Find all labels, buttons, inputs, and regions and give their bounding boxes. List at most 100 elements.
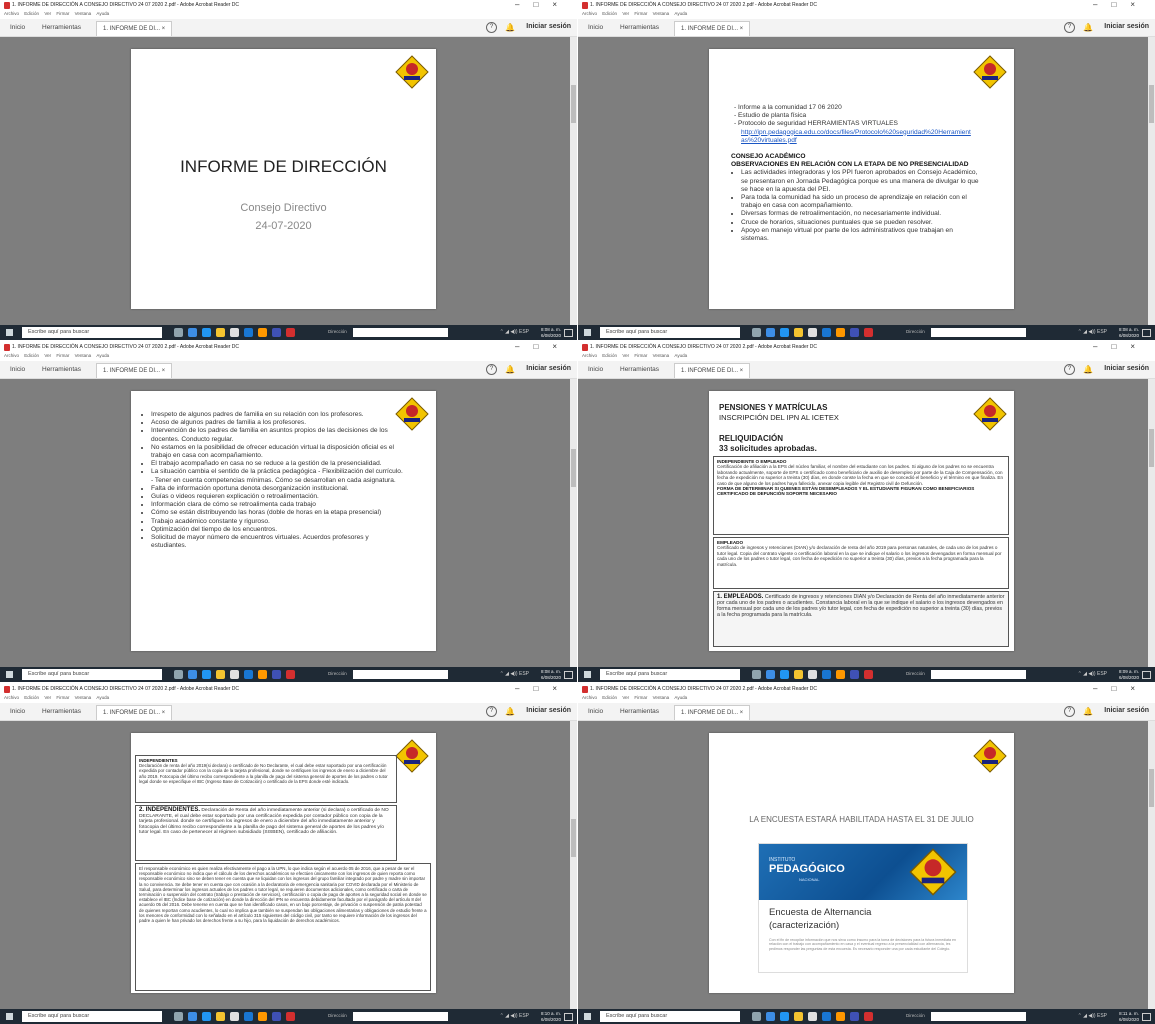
explorer-icon[interactable] xyxy=(794,328,803,337)
edge-icon[interactable] xyxy=(766,328,775,337)
chrome-icon[interactable] xyxy=(202,670,211,679)
document-area[interactable]: INDEPENDIENTES Declaración de renta del a… xyxy=(0,721,577,1009)
chrome-icon[interactable] xyxy=(780,1012,789,1021)
bell-icon[interactable]: 🔔 xyxy=(1083,365,1093,374)
menu-window[interactable]: Ventana xyxy=(75,11,92,16)
menu-help[interactable]: Ayuda xyxy=(96,695,109,700)
edge-icon[interactable] xyxy=(766,670,775,679)
windows-start-icon[interactable] xyxy=(584,329,591,336)
menu-help[interactable]: Ayuda xyxy=(674,353,687,358)
task-view-icon[interactable] xyxy=(174,670,183,679)
menu-file[interactable]: Archivo xyxy=(582,11,597,16)
menu-edit[interactable]: Edición xyxy=(602,11,617,16)
vertical-scrollbar[interactable] xyxy=(570,721,577,1009)
explorer-icon[interactable] xyxy=(794,670,803,679)
menu-sign[interactable]: Firmar xyxy=(56,695,69,700)
sign-in-button[interactable]: Iniciar sesión xyxy=(526,365,571,372)
bell-icon[interactable]: 🔔 xyxy=(505,707,515,716)
document-area[interactable]: PENSIONES Y MATRÍCULAS INSCRIPCIÓN DEL I… xyxy=(578,379,1155,667)
menu-help[interactable]: Ayuda xyxy=(96,353,109,358)
acrobat-taskbar-icon[interactable] xyxy=(286,328,295,337)
task-view-icon[interactable] xyxy=(174,328,183,337)
vertical-scrollbar[interactable] xyxy=(570,37,577,325)
menu-edit[interactable]: Edición xyxy=(24,353,39,358)
store-icon[interactable] xyxy=(230,328,239,337)
help-icon[interactable]: ? xyxy=(1064,706,1075,717)
tab-home[interactable]: Inicio xyxy=(10,366,25,373)
tab-document[interactable]: 1. INFORME DE DI... × xyxy=(674,21,750,36)
notifications-icon[interactable] xyxy=(564,1013,573,1021)
taskbar-clock[interactable]: 8:08 a. m. 6/08/2020 xyxy=(1119,327,1139,338)
bell-icon[interactable]: 🔔 xyxy=(505,365,515,374)
mail-icon[interactable] xyxy=(244,1012,253,1021)
tab-document[interactable]: 1. INFORME DE DI... × xyxy=(96,363,172,378)
menu-sign[interactable]: Firmar xyxy=(634,353,647,358)
word-icon[interactable] xyxy=(850,328,859,337)
acrobat-taskbar-icon[interactable] xyxy=(286,1012,295,1021)
edge-icon[interactable] xyxy=(188,1012,197,1021)
vertical-scrollbar[interactable] xyxy=(570,379,577,667)
store-icon[interactable] xyxy=(230,670,239,679)
store-icon[interactable] xyxy=(808,328,817,337)
tab-tools[interactable]: Herramientas xyxy=(42,708,81,715)
vertical-scrollbar[interactable] xyxy=(1148,379,1155,667)
address-input[interactable] xyxy=(353,328,448,337)
menu-file[interactable]: Archivo xyxy=(4,353,19,358)
document-area[interactable]: LA ENCUESTA ESTARÁ HABILITADA HASTA EL 3… xyxy=(578,721,1155,1009)
window-controls[interactable]: –□× xyxy=(515,0,571,9)
acrobat-taskbar-icon[interactable] xyxy=(864,1012,873,1021)
word-icon[interactable] xyxy=(272,328,281,337)
store-icon[interactable] xyxy=(230,1012,239,1021)
taskbar-search[interactable]: Escribe aquí para buscar xyxy=(600,669,740,680)
menu-edit[interactable]: Edición xyxy=(602,353,617,358)
menu-view[interactable]: Ver xyxy=(622,353,629,358)
bell-icon[interactable]: 🔔 xyxy=(1083,707,1093,716)
acrobat-taskbar-icon[interactable] xyxy=(286,670,295,679)
explorer-icon[interactable] xyxy=(794,1012,803,1021)
notifications-icon[interactable] xyxy=(564,329,573,337)
help-icon[interactable]: ? xyxy=(1064,364,1075,375)
scrollbar-thumb[interactable] xyxy=(1149,85,1154,123)
tab-home[interactable]: Inicio xyxy=(588,708,603,715)
survey-card[interactable]: INSTITUTO PEDAGÓGICO NACIONAL Encuesta d… xyxy=(758,843,968,973)
mail-icon[interactable] xyxy=(822,328,831,337)
tab-document[interactable]: 1. INFORME DE DI... × xyxy=(96,21,172,36)
taskbar-clock[interactable]: 8:10 a. m. 6/08/2020 xyxy=(541,1011,561,1022)
menu-help[interactable]: Ayuda xyxy=(674,11,687,16)
tab-tools[interactable]: Herramientas xyxy=(42,366,81,373)
menu-edit[interactable]: Edición xyxy=(24,695,39,700)
tab-tools[interactable]: Herramientas xyxy=(42,24,81,31)
task-view-icon[interactable] xyxy=(752,1012,761,1021)
notifications-icon[interactable] xyxy=(1142,1013,1151,1021)
sign-in-button[interactable]: Iniciar sesión xyxy=(1104,707,1149,714)
chrome-icon[interactable] xyxy=(202,328,211,337)
mail-icon[interactable] xyxy=(244,328,253,337)
windows-start-icon[interactable] xyxy=(584,671,591,678)
menu-view[interactable]: Ver xyxy=(44,353,51,358)
taskbar-search[interactable]: Escribe aquí para buscar xyxy=(22,669,162,680)
menu-window[interactable]: Ventana xyxy=(75,695,92,700)
window-controls[interactable]: –□× xyxy=(515,342,571,351)
document-area[interactable]: INFORME DE DIRECCIÓN Consejo Directivo 2… xyxy=(0,37,577,325)
scrollbar-thumb[interactable] xyxy=(571,819,576,857)
window-controls[interactable]: –□× xyxy=(515,684,571,693)
window-controls[interactable]: –□× xyxy=(1093,342,1149,351)
store-icon[interactable] xyxy=(808,1012,817,1021)
address-input[interactable] xyxy=(931,1012,1026,1021)
help-icon[interactable]: ? xyxy=(486,364,497,375)
scrollbar-thumb[interactable] xyxy=(571,449,576,487)
notifications-icon[interactable] xyxy=(1142,671,1151,679)
task-view-icon[interactable] xyxy=(174,1012,183,1021)
taskbar-clock[interactable]: 8:08 a. m. 6/08/2020 xyxy=(541,669,561,680)
acrobat-taskbar-icon[interactable] xyxy=(864,328,873,337)
menu-file[interactable]: Archivo xyxy=(4,11,19,16)
tab-tools[interactable]: Herramientas xyxy=(620,24,659,31)
taskbar-clock[interactable]: 8:11 a. m. 6/08/2020 xyxy=(1119,1011,1139,1022)
system-tray[interactable]: ⌃ ◢ ◀)) ESP xyxy=(1078,1013,1107,1019)
tab-home[interactable]: Inicio xyxy=(10,24,25,31)
protocol-link[interactable]: http://ipn.pedagogica.edu.co/docs/files/… xyxy=(741,129,971,144)
windows-start-icon[interactable] xyxy=(6,1013,13,1020)
address-input[interactable] xyxy=(353,670,448,679)
system-tray[interactable]: ⌃ ◢ ◀)) ESP xyxy=(1078,329,1107,335)
firefox-icon[interactable] xyxy=(836,1012,845,1021)
